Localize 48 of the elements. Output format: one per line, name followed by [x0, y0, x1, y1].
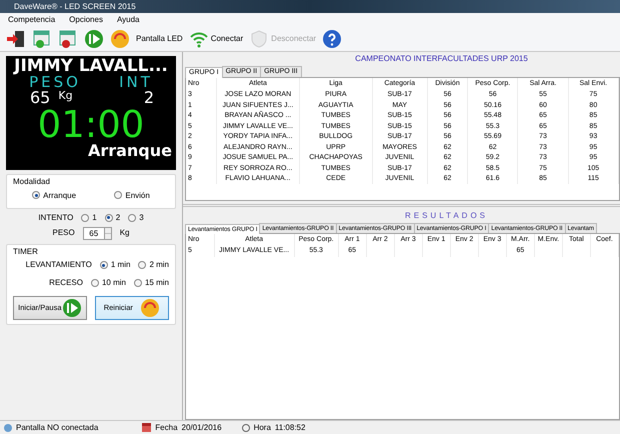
timer-label: LEVANTAMIENTO — [26, 260, 92, 270]
radio-option[interactable]: 1 — [81, 213, 97, 223]
shield-icon — [249, 29, 270, 49]
menu-item[interactable]: Competencia — [8, 15, 56, 25]
status-date: 20/01/2016 — [182, 422, 222, 432]
group-title: Modalidad — [13, 177, 51, 187]
peso-label: PESO — [52, 228, 75, 238]
group-title: TIMER — [13, 246, 39, 256]
status-time: 11:08:52 — [274, 422, 306, 432]
clock-icon — [242, 424, 250, 432]
timer-label: RECESO — [49, 278, 83, 288]
status-label: Hora — [254, 422, 271, 432]
sheet-icon[interactable] — [32, 29, 52, 49]
window-title: DaveWare® - LED SCREEN 2015 — [14, 2, 136, 12]
led-unit: Kg — [58, 90, 73, 101]
led-name: JIMMY LAVALL... — [12, 58, 169, 75]
radio-option[interactable]: Envión — [114, 190, 150, 200]
led-label: INT — [119, 75, 153, 90]
play-icon[interactable] — [84, 29, 104, 49]
toolbar-button[interactable]: Pantalla LED — [136, 34, 183, 44]
radio-option[interactable]: 2 — [104, 213, 120, 223]
radio-option[interactable]: Arranque — [32, 190, 76, 200]
radio-option[interactable]: 15 min — [134, 278, 169, 288]
calendar-icon — [142, 423, 152, 432]
led-mode: Arranque — [86, 143, 172, 159]
reload-icon[interactable] — [110, 29, 130, 49]
radio-option[interactable]: 10 min — [90, 278, 126, 288]
play-icon — [62, 298, 82, 318]
radio-option[interactable]: 3 — [128, 213, 144, 223]
status-label: Fecha — [155, 422, 178, 432]
unit-label: Kg — [120, 228, 130, 238]
weight-field[interactable]: 65 — [82, 226, 105, 240]
radio-option[interactable]: 2 min — [138, 260, 169, 270]
led-weight: 65 — [30, 90, 50, 106]
help-icon[interactable] — [322, 29, 342, 49]
intento-label: INTENTO — [38, 213, 74, 223]
menu-item[interactable]: Opciones — [69, 15, 103, 25]
toolbar-button[interactable]: Conectar — [188, 29, 244, 49]
exit-icon[interactable] — [6, 29, 26, 49]
led-attempt: 2 — [144, 90, 154, 106]
status-text: Pantalla NO conectada — [16, 422, 98, 432]
led-label: PESO — [29, 75, 81, 90]
sheet-icon[interactable] — [58, 29, 78, 49]
menu-item[interactable]: Ayuda — [116, 15, 140, 25]
reload-icon — [140, 298, 160, 318]
radio-option[interactable]: 1 min — [100, 260, 130, 270]
led-timer: 01:00 — [38, 106, 144, 143]
championship-title: CAMPEONATO INTERFACULTADES URP 2015 — [354, 53, 529, 65]
